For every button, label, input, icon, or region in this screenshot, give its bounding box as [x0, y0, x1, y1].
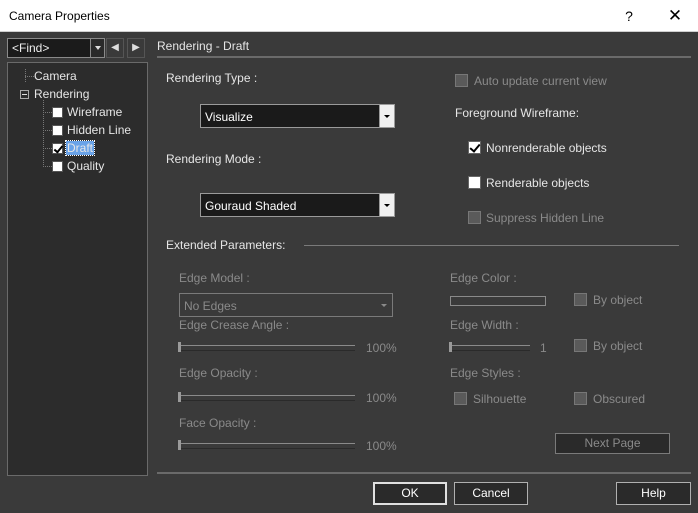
auto-update-label: Auto update current view	[474, 74, 607, 88]
collapse-icon[interactable]	[20, 90, 29, 99]
edge-model-value: No Edges	[184, 299, 237, 313]
settings-panel: Rendering Type : Visualize Rendering Mod…	[157, 60, 691, 474]
auto-update-checkbox[interactable]	[455, 74, 468, 87]
edge-opacity-label: Edge Opacity :	[179, 366, 258, 380]
slider-thumb[interactable]	[178, 440, 181, 450]
edge-opacity-value: 100%	[366, 391, 397, 405]
tree-connector	[43, 100, 44, 167]
edge-width-by-object-checkbox[interactable]	[574, 339, 587, 352]
title-bar: Camera Properties ? ✕	[0, 0, 698, 32]
header-divider	[157, 56, 691, 58]
close-icon[interactable]: ✕	[661, 4, 689, 28]
edge-crease-angle-value: 100%	[366, 341, 397, 355]
rendering-mode-select[interactable]: Gouraud Shaded	[200, 193, 395, 217]
rendering-type-value: Visualize	[205, 110, 253, 124]
help-icon[interactable]: ?	[618, 6, 640, 26]
nonrenderable-label: Nonrenderable objects	[486, 141, 607, 155]
wireframe-checkbox[interactable]	[52, 107, 63, 118]
extended-divider	[304, 245, 679, 246]
edge-width-by-object-label: By object	[593, 339, 643, 353]
renderable-checkbox[interactable]	[468, 176, 481, 189]
slider-thumb[interactable]	[449, 342, 452, 352]
obscured-label: Obscured	[593, 392, 646, 406]
draft-checkbox[interactable]	[52, 143, 63, 154]
silhouette-label: Silhouette	[473, 392, 527, 406]
edge-color-by-object-checkbox[interactable]	[574, 293, 587, 306]
suppress-hidden-line-label: Suppress Hidden Line	[486, 211, 605, 225]
edge-styles-label: Edge Styles :	[450, 366, 521, 380]
tree-connector	[43, 130, 52, 131]
edge-opacity-slider[interactable]	[178, 392, 355, 402]
slider-thumb[interactable]	[178, 342, 181, 352]
chevron-down-icon[interactable]	[377, 294, 392, 316]
tree-connector	[43, 166, 52, 167]
tree-item-camera[interactable]: Camera	[34, 69, 77, 83]
find-combo[interactable]: <Find>	[7, 38, 105, 58]
edge-color-label: Edge Color :	[450, 271, 517, 285]
previous-button[interactable]: ◀	[106, 38, 124, 58]
rendering-type-label: Rendering Type :	[166, 71, 258, 85]
edge-crease-angle-slider[interactable]	[178, 342, 355, 352]
chevron-down-icon[interactable]	[379, 105, 394, 127]
face-opacity-slider[interactable]	[178, 440, 355, 450]
find-value: <Find>	[12, 41, 50, 55]
edge-width-slider[interactable]	[449, 342, 530, 352]
edge-model-label: Edge Model :	[179, 271, 250, 285]
edge-color-swatch[interactable]	[450, 296, 546, 306]
tree-item-rendering[interactable]: Rendering	[34, 87, 89, 101]
rendering-mode-label: Rendering Mode :	[166, 152, 262, 166]
next-page-button[interactable]: Next Page	[555, 433, 670, 454]
quality-checkbox[interactable]	[52, 161, 63, 172]
chevron-down-icon[interactable]	[379, 194, 394, 216]
foreground-wireframe-label: Foreground Wireframe:	[455, 106, 580, 120]
page-title: Rendering - Draft	[157, 39, 250, 53]
rendering-mode-value: Gouraud Shaded	[205, 199, 297, 213]
window-title: Camera Properties	[9, 9, 110, 23]
edge-width-label: Edge Width :	[450, 318, 519, 332]
renderable-label: Renderable objects	[486, 176, 590, 190]
tree-item-quality[interactable]: Quality	[67, 159, 104, 173]
help-button[interactable]: Help	[616, 482, 691, 505]
tree-item-wireframe[interactable]: Wireframe	[67, 105, 122, 119]
edge-color-by-object-label: By object	[593, 293, 643, 307]
tree-item-draft[interactable]: Draft	[64, 140, 96, 156]
tree-connector	[43, 112, 52, 113]
silhouette-checkbox[interactable]	[454, 392, 467, 405]
suppress-hidden-line-checkbox[interactable]	[468, 211, 481, 224]
slider-thumb[interactable]	[178, 392, 181, 402]
tree-connector	[25, 76, 34, 77]
extended-parameters-label: Extended Parameters:	[166, 238, 286, 252]
edge-model-select[interactable]: No Edges	[179, 293, 393, 317]
hidden-line-checkbox[interactable]	[52, 125, 63, 136]
next-button[interactable]: ▶	[127, 38, 145, 58]
edge-crease-angle-label: Edge Crease Angle :	[179, 318, 290, 332]
tree-connector	[43, 148, 52, 149]
nonrenderable-checkbox[interactable]	[468, 141, 481, 154]
rendering-type-select[interactable]: Visualize	[200, 104, 395, 128]
edge-width-value: 1	[540, 341, 547, 355]
ok-button[interactable]: OK	[373, 482, 447, 505]
obscured-checkbox[interactable]	[574, 392, 587, 405]
chevron-down-icon[interactable]	[90, 39, 104, 57]
cancel-button[interactable]: Cancel	[454, 482, 528, 505]
face-opacity-label: Face Opacity :	[179, 416, 257, 430]
category-tree: Camera Rendering Wireframe Hidden Line D…	[7, 62, 148, 476]
face-opacity-value: 100%	[366, 439, 397, 453]
tree-item-hidden-line[interactable]: Hidden Line	[67, 123, 131, 137]
